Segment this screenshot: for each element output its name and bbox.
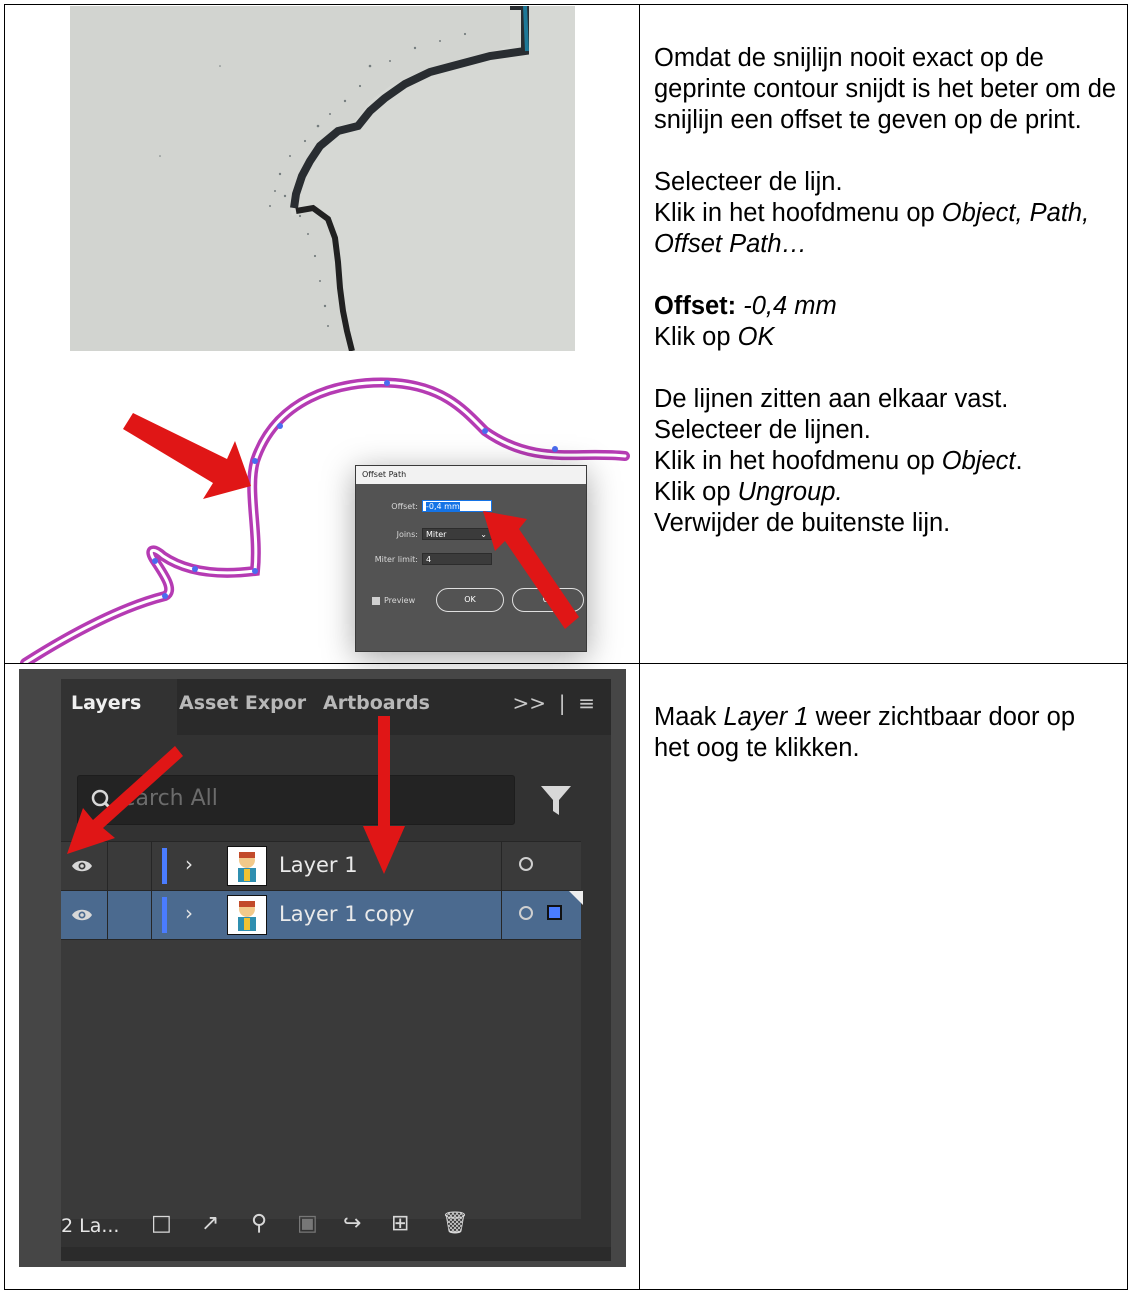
paragraph-joined: De lijnen zitten aan elkaar vast. — [654, 385, 1009, 413]
illustration-cell-2: Layers Asset Expor Artboards >> | ≡ earc… — [4, 662, 640, 1290]
paragraph-object: Klik in het hoofdmenu op Object. — [654, 447, 1023, 475]
trash-icon[interactable]: 🗑 — [441, 1211, 469, 1236]
filter-icon[interactable] — [539, 783, 573, 817]
arrow-to-eye — [67, 745, 183, 854]
dialog-title: Offset Path — [356, 466, 586, 484]
illustration-cell-1: Offset Path Offset: -0,4 mm Joins: Miter… — [4, 4, 640, 664]
clipping-mask-icon[interactable]: ▣ — [297, 1211, 318, 1236]
paragraph-visible: Maak Layer 1 weer zichtbaar door op het … — [654, 702, 1075, 762]
target-icon[interactable] — [519, 856, 533, 871]
offset-label: Offset: — [391, 502, 418, 511]
new-sublayer-icon[interactable]: ↪ — [343, 1211, 361, 1236]
arrow-to-offset — [483, 511, 579, 629]
chevron-right-icon[interactable]: › — [185, 852, 193, 876]
paragraph-select-lines: Selecteer de lijnen. — [654, 416, 871, 444]
joins-label: Joins: — [396, 530, 418, 539]
layer-color-bar — [162, 896, 167, 933]
overflow-icon[interactable]: >> — [513, 691, 547, 715]
layer-thumbnail — [227, 894, 267, 935]
arrow-to-layer-name — [363, 715, 405, 874]
panel-scrollbar[interactable] — [61, 1246, 611, 1261]
eye-icon[interactable] — [71, 905, 93, 925]
menu-icon[interactable]: ≡ — [578, 691, 595, 715]
miter-label: Miter limit: — [374, 555, 418, 564]
preview-checkbox[interactable]: Preview — [372, 596, 415, 605]
document-table: Offset Path Offset: -0,4 mm Joins: Miter… — [4, 4, 1128, 1290]
paragraph-select: Selecteer de lijn. — [654, 168, 843, 196]
checkbox-icon — [372, 596, 380, 605]
chevron-right-icon[interactable]: › — [185, 901, 193, 925]
paragraph-offset: Offset: -0,4 mm — [654, 292, 837, 320]
panel-controls: >> | ≡ — [512, 690, 595, 715]
instructions-cell-1: Omdat de snijlijn nooit exact op de gepr… — [639, 4, 1128, 664]
export-icon[interactable]: ↗ — [201, 1211, 219, 1236]
arrow-shape — [123, 413, 251, 499]
tab-asset-export[interactable]: Asset Expor — [179, 679, 317, 735]
corner-marker — [569, 890, 583, 905]
paragraph-ungroup: Klik op Ungroup. — [654, 478, 843, 506]
collect-export-icon[interactable]: □ — [151, 1211, 172, 1236]
layer-row-layer-1-copy[interactable]: › Layer 1 copy — [61, 890, 583, 940]
layer-name[interactable]: Layer 1 — [279, 853, 358, 877]
paragraph-ok: Klik op OK — [654, 323, 775, 351]
layer-count: 2 La... — [61, 1214, 120, 1237]
layer-thumbnail — [227, 845, 267, 886]
tab-layers[interactable]: Layers — [61, 678, 177, 735]
target-icon[interactable] — [519, 905, 533, 920]
paragraph-delete: Verwijder de buitenste lijn. — [654, 509, 951, 537]
new-layer-icon[interactable]: ⊞ — [391, 1211, 409, 1236]
instructions-cell-2: Maak Layer 1 weer zichtbaar door op het … — [639, 662, 1128, 1290]
locate-object-icon[interactable]: ⚲ — [251, 1211, 267, 1236]
print-photo — [70, 6, 575, 351]
selection-square-icon[interactable] — [547, 904, 562, 920]
layer-list: › Layer 1 › Layer 1 copy — [61, 840, 583, 1220]
paragraph-intro: Omdat de snijlijn nooit exact op de gepr… — [654, 44, 1117, 134]
panel-tabs: Layers Asset Expor Artboards >> | ≡ — [61, 678, 611, 735]
layer-name[interactable]: Layer 1 copy — [279, 902, 414, 926]
paragraph-menu: Klik in het hoofdmenu op Object, Path, O… — [654, 199, 1090, 258]
panel-footer: 2 La... □ ↗ ⚲ ▣ ↪ ⊞ 🗑 — [61, 1211, 611, 1247]
